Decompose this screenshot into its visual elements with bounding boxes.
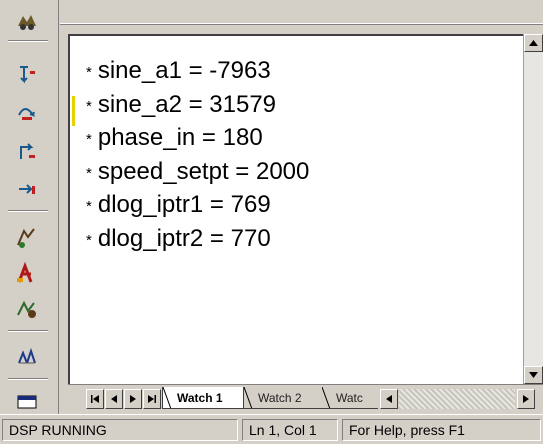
vertical-scrollbar[interactable] — [523, 34, 543, 384]
modified-marker: * — [86, 97, 92, 115]
watch-variable-list: * sine_a1 = -7963 * sine_a2 = 31579 * phase_i… — [86, 54, 309, 255]
modified-marker: * — [86, 164, 92, 182]
watch-tab-bar: Watch 1 Watch 2 Watc — [68, 384, 543, 414]
watch-icon[interactable] — [12, 6, 42, 36]
step-over-icon[interactable] — [12, 98, 42, 128]
run-icon[interactable] — [12, 222, 42, 252]
watch-variable-row[interactable]: * phase_in = 180 — [86, 121, 309, 155]
modified-marker: * — [86, 131, 92, 148]
variable-name: speed_setpt — [97, 157, 229, 185]
debug-toolbar — [0, 0, 59, 414]
status-bar: DSP RUNNING Ln 1, Col 1 For Help, press … — [0, 414, 543, 444]
prev-tab-icon[interactable] — [105, 389, 123, 409]
step-out-icon[interactable] — [12, 136, 42, 166]
variable-value[interactable]: -7963 — [209, 57, 270, 84]
scroll-down-icon[interactable] — [524, 366, 543, 384]
tab-watch-1[interactable]: Watch 1 — [162, 387, 244, 409]
modified-marker: * — [86, 198, 92, 215]
watch-window: * sine_a1 = -7963 * sine_a2 = 31579 * phase_i… — [68, 34, 543, 384]
status-help: For Help, press F1 — [342, 419, 541, 441]
tab-watch-2[interactable]: Watch 2 — [244, 387, 322, 409]
variable-value[interactable]: 770 — [231, 225, 271, 252]
profile-icon[interactable] — [12, 340, 42, 370]
variable-value[interactable]: 31579 — [209, 91, 276, 118]
equals-sign: = — [228, 157, 256, 185]
variable-name: dlog_iptr1 — [97, 191, 204, 218]
watch-variable-row[interactable]: * sine_a2 = 31579 — [86, 88, 309, 122]
halt-icon[interactable] — [12, 258, 42, 288]
tab-watch-3[interactable]: Watc — [322, 387, 378, 409]
status-state: DSP RUNNING — [2, 419, 238, 441]
next-tab-icon[interactable] — [124, 389, 142, 409]
watch-variable-row[interactable]: * dlog_iptr2 = 770 — [86, 222, 309, 256]
horizontal-scroll-track[interactable] — [399, 389, 515, 409]
watch-variable-row[interactable]: * speed_setpt = 2000 — [86, 155, 309, 189]
scroll-up-icon[interactable] — [524, 34, 543, 52]
first-tab-icon[interactable] — [86, 389, 104, 409]
step-into-icon[interactable] — [12, 60, 42, 90]
variable-value[interactable]: 180 — [223, 124, 263, 151]
current-line-marker — [72, 96, 75, 126]
status-position: Ln 1, Col 1 — [242, 419, 338, 441]
equals-sign: = — [203, 191, 231, 218]
variable-value[interactable]: 2000 — [256, 158, 309, 185]
equals-sign: = — [181, 90, 210, 118]
watch-variable-row[interactable]: * sine_a1 = -7963 — [86, 54, 309, 88]
memory-window-icon[interactable] — [12, 392, 42, 412]
modified-marker: * — [86, 64, 92, 81]
tab-scroll-left-icon[interactable] — [380, 389, 398, 409]
variable-value[interactable]: 769 — [231, 191, 271, 218]
variable-name: dlog_iptr2 — [97, 224, 204, 252]
last-tab-icon[interactable] — [143, 389, 161, 409]
watch-variable-row[interactable]: * dlog_iptr1 = 769 — [86, 188, 309, 222]
tab-scroll-right-icon[interactable] — [517, 389, 535, 409]
variable-name: phase_in — [97, 124, 196, 151]
equals-sign: = — [203, 224, 231, 252]
equals-sign: = — [195, 124, 223, 151]
run-to-cursor-icon[interactable] — [12, 174, 42, 204]
top-strip — [60, 0, 543, 25]
variable-name: sine_a1 — [97, 57, 182, 84]
animate-icon[interactable] — [12, 294, 42, 324]
variable-name: sine_a2 — [97, 90, 182, 118]
modified-marker: * — [86, 231, 92, 249]
equals-sign: = — [181, 57, 210, 84]
